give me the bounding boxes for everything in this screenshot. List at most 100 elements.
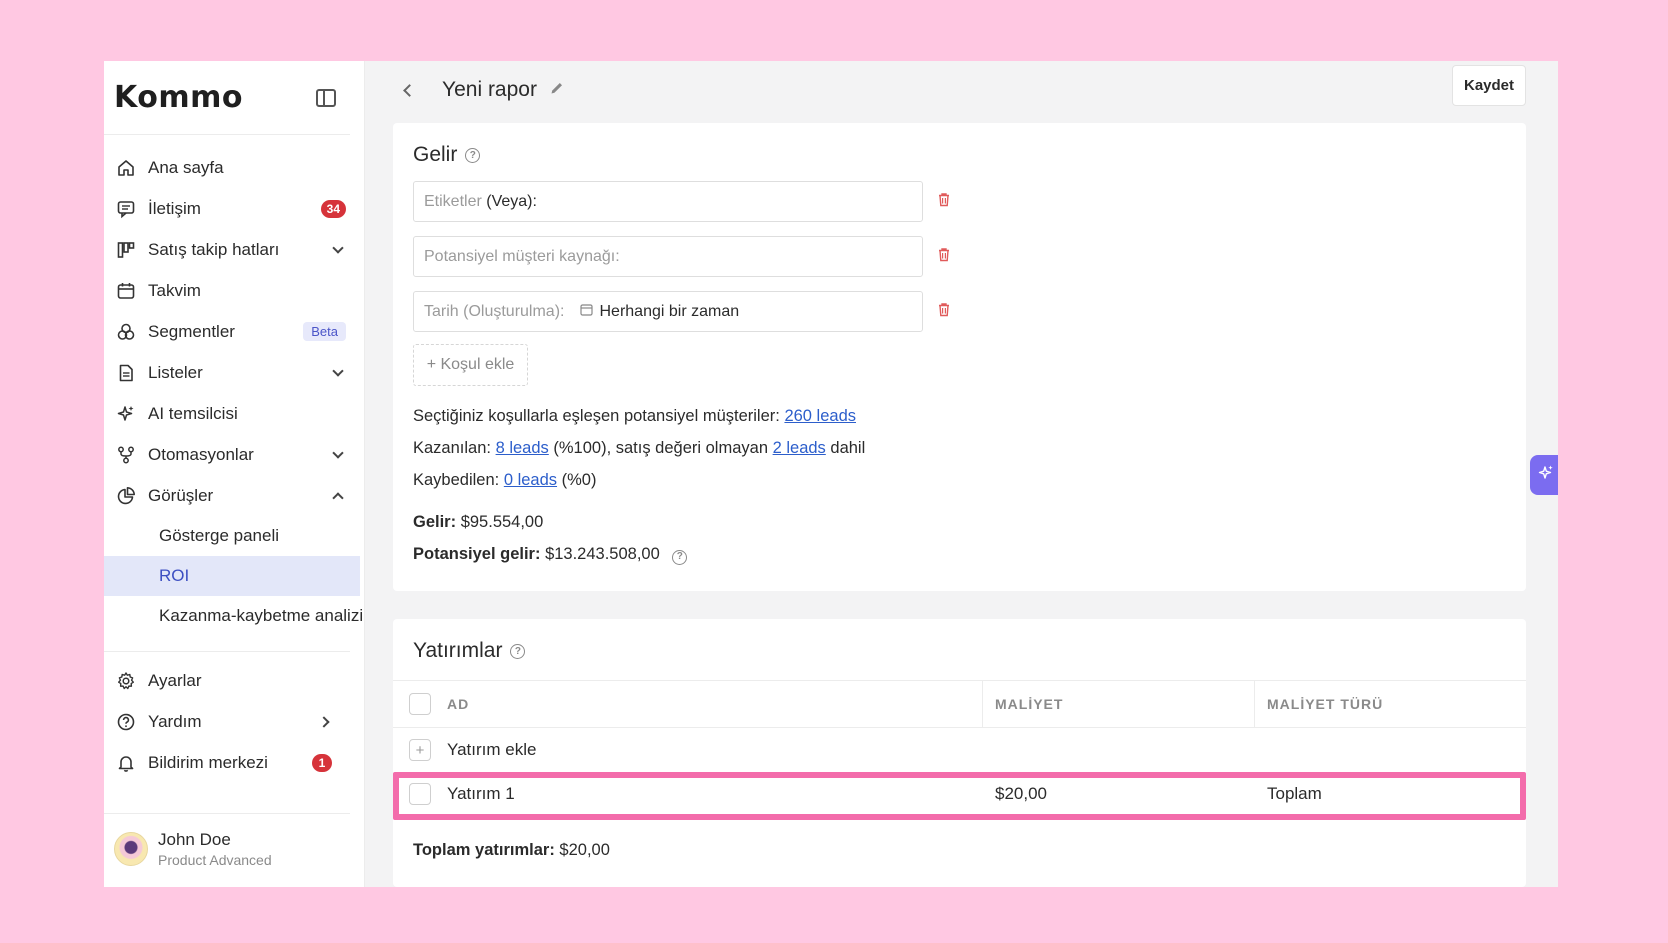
investment-cost: $20,00 <box>995 784 1047 803</box>
sidebar-item-pipelines[interactable]: Satış takip hatları <box>104 229 364 270</box>
document-icon <box>116 363 136 383</box>
sidebar-item-views[interactable]: Görüşler <box>104 475 364 516</box>
chevron-down-icon[interactable] <box>332 241 344 254</box>
column-name: AD <box>393 681 983 727</box>
row-checkbox[interactable] <box>409 783 431 805</box>
sidebar-bottom: Ayarlar Yardım Bildirim merkezi 1 <box>104 651 350 783</box>
income-title-text: Gelir <box>413 143 458 166</box>
lost-label: Kaybedilen: <box>413 471 500 489</box>
add-investment-cell: + Yatırım ekle <box>393 739 983 761</box>
page-title: Yeni rapor <box>442 78 537 101</box>
potential-revenue-line: Potansiyel gelir: $13.243.508,00 ? <box>413 538 1506 570</box>
sidebar-item-label: Listeler <box>148 362 203 382</box>
sidebar-item-lists[interactable]: Listeler <box>104 352 364 393</box>
chevron-down-icon[interactable] <box>332 364 344 377</box>
tags-filter-row: Etiketler (Veya): <box>413 181 1506 222</box>
calendar-icon <box>580 303 594 321</box>
source-filter-row: Potansiyel müşteri kaynağı: <box>413 236 1506 277</box>
no-value-leads-link[interactable]: 2 leads <box>773 439 826 457</box>
tags-suffix: (Veya): <box>486 192 537 210</box>
back-icon[interactable] <box>403 83 416 97</box>
won-leads-link[interactable]: 8 leads <box>496 439 549 457</box>
sidebar-item-label: İletişim <box>148 198 201 218</box>
app-window: Kommo Ana sayfa İletişim 34 Satış takip … <box>104 61 1558 887</box>
sidebar-collapse-icon[interactable] <box>316 88 336 107</box>
user-profile[interactable]: John Doe Product Advanced <box>104 813 350 868</box>
column-cost: MALİYET <box>983 681 1255 727</box>
user-info: John Doe Product Advanced <box>158 830 272 868</box>
chevron-right-icon[interactable] <box>318 715 330 728</box>
sidebar-item-segments[interactable]: Segmentler Beta <box>104 311 364 352</box>
investments-table: AD MALİYET MALİYET TÜRÜ + Yatırım ekle Y… <box>393 680 1526 820</box>
plus-icon[interactable]: + <box>409 739 431 761</box>
main-content: Yeni rapor Kaydet Gelir ? Etiketler (Vey… <box>365 61 1558 887</box>
sidebar-item-label: Görüşler <box>148 485 214 505</box>
table-row[interactable]: Yatırım 1 $20,00 Toplam <box>393 772 1526 816</box>
date-filter-row: Tarih (Oluşturulma): Herhangi bir zaman <box>413 291 1506 332</box>
investments-title: Yatırımlar ? <box>393 619 1526 663</box>
sidebar-subitem-dashboard[interactable]: Gösterge paneli <box>104 516 364 556</box>
sidebar-nav: Ana sayfa İletişim 34 Satış takip hatlar… <box>104 135 364 636</box>
automation-icon <box>116 445 136 465</box>
save-button[interactable]: Kaydet <box>1452 65 1526 106</box>
investments-title-text: Yatırımlar <box>413 639 503 662</box>
sparkle-icon <box>1537 464 1555 487</box>
sidebar-item-label: Ayarlar <box>148 670 202 690</box>
matched-leads-line: Seçtiğiniz koşullarla eşleşen potansiyel… <box>413 400 1506 432</box>
lost-leads-link[interactable]: 0 leads <box>504 471 557 489</box>
user-name: John Doe <box>158 830 231 849</box>
trash-icon[interactable] <box>937 302 951 322</box>
sidebar-item-settings[interactable]: Ayarlar <box>104 660 350 701</box>
help-icon[interactable]: ? <box>672 549 688 565</box>
page-header: Yeni rapor Kaydet <box>365 61 1558 119</box>
sidebar-item-contact[interactable]: İletişim 34 <box>104 188 364 229</box>
home-icon <box>116 158 136 178</box>
select-all-checkbox[interactable] <box>409 693 431 715</box>
potential-revenue-label: Potansiyel gelir: <box>413 545 541 563</box>
notification-badge: 1 <box>312 753 332 772</box>
sidebar-item-help[interactable]: Yardım <box>104 701 350 742</box>
calendar-icon <box>116 281 136 301</box>
kommo-logo: Kommo <box>114 80 243 115</box>
date-label: Tarih (Oluşturulma): <box>424 302 565 320</box>
add-investment-row[interactable]: + Yatırım ekle <box>393 728 1526 772</box>
sidebar-subitem-roi[interactable]: ROI <box>104 556 360 596</box>
sidebar-item-label: Ana sayfa <box>148 157 224 177</box>
sidebar-item-automations[interactable]: Otomasyonlar <box>104 434 364 475</box>
sidebar-item-calendar[interactable]: Takvim <box>104 270 364 311</box>
investment-name-cell: Yatırım 1 <box>393 783 983 805</box>
chevron-down-icon[interactable] <box>332 446 344 459</box>
matched-leads-link[interactable]: 260 leads <box>784 407 856 425</box>
date-field[interactable]: Tarih (Oluşturulma): Herhangi bir zaman <box>413 291 923 332</box>
sidebar-item-ai-agent[interactable]: AI temsilcisi <box>104 393 364 434</box>
ai-assistant-button[interactable] <box>1530 455 1558 495</box>
beta-badge: Beta <box>303 322 346 341</box>
tags-field[interactable]: Etiketler (Veya): <box>413 181 923 222</box>
date-value: Herhangi bir zaman <box>599 302 740 320</box>
help-icon[interactable]: ? <box>465 147 481 163</box>
logo-row: Kommo <box>104 61 350 135</box>
sidebar-item-label: Segmentler <box>148 321 235 341</box>
sidebar-item-notifications[interactable]: Bildirim merkezi 1 <box>104 742 350 783</box>
lost-leads-line: Kaybedilen: 0 leads (%0) <box>413 464 1506 496</box>
investments-card: Yatırımlar ? AD MALİYET MALİYET TÜRÜ + Y… <box>393 619 1526 887</box>
pipeline-icon <box>116 240 136 260</box>
matched-text: Seçtiğiniz koşullarla eşleşen potansiyel… <box>413 407 780 425</box>
lead-source-placeholder: Potansiyel müşteri kaynağı: <box>424 247 620 265</box>
help-icon[interactable]: ? <box>510 643 526 659</box>
trash-icon[interactable] <box>937 247 951 267</box>
sidebar-subitem-win-loss[interactable]: Kazanma-kaybetme analizi <box>104 596 364 636</box>
won-suffix: dahil <box>830 439 866 457</box>
chevron-up-icon[interactable] <box>332 491 344 504</box>
sidebar-item-home[interactable]: Ana sayfa <box>104 147 364 188</box>
add-condition-button[interactable]: + Koşul ekle <box>413 344 528 386</box>
trash-icon[interactable] <box>937 192 951 212</box>
lead-source-field[interactable]: Potansiyel müşteri kaynağı: <box>413 236 923 277</box>
avatar <box>114 832 148 866</box>
question-icon <box>116 712 136 732</box>
sidebar-item-label: Takvim <box>148 280 201 300</box>
total-investments-label: Toplam yatırımlar: <box>413 841 555 859</box>
sidebar-item-label: AI temsilcisi <box>148 403 238 423</box>
add-investment-label: Yatırım ekle <box>447 740 537 759</box>
pencil-icon[interactable] <box>549 80 565 101</box>
